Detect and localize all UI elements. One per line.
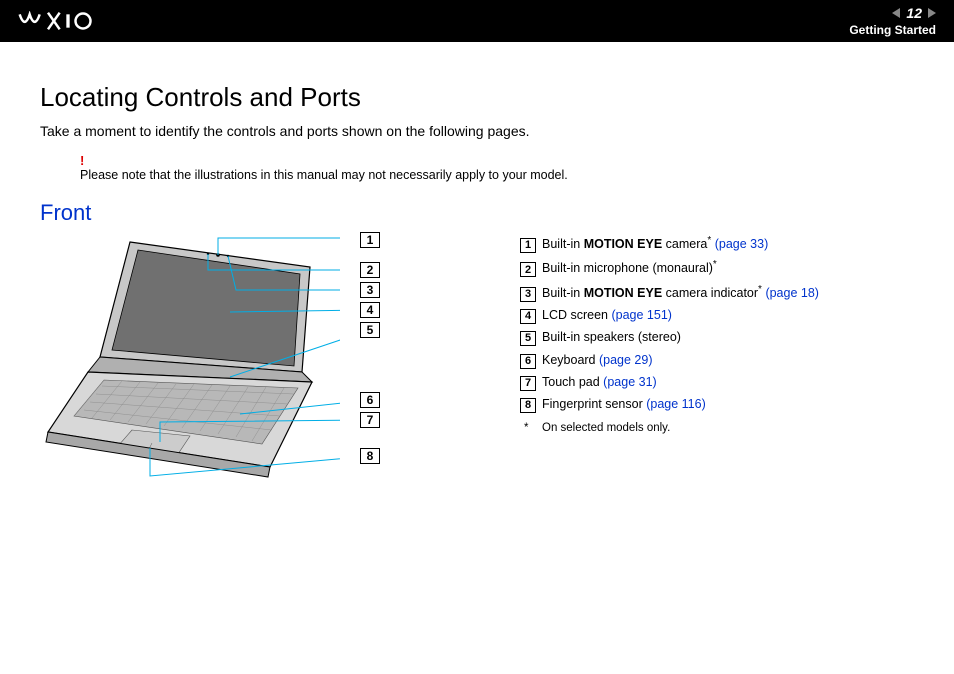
next-page-icon[interactable]: [928, 8, 936, 18]
legend-item: 1 Built-in MOTION EYE camera* (page 33): [520, 232, 914, 255]
callout-box-5: 5: [360, 322, 380, 338]
legend-num: 8: [520, 398, 536, 413]
page-link[interactable]: (page 33): [715, 237, 769, 251]
section-label: Getting Started: [849, 23, 936, 37]
page-link[interactable]: (page 29): [599, 353, 653, 367]
legend-num: 5: [520, 331, 536, 346]
callout-box-2: 2: [360, 262, 380, 278]
legend-num: 6: [520, 354, 536, 369]
page-link[interactable]: (page 116): [646, 397, 706, 411]
laptop-illustration: [40, 232, 340, 497]
subheading: Front: [40, 200, 914, 226]
legend-item: 7 Touch pad (page 31): [520, 372, 914, 393]
legend-num: 1: [520, 238, 536, 253]
page-link[interactable]: (page 18): [765, 286, 819, 300]
legend-item: 6 Keyboard (page 29): [520, 350, 914, 371]
legend-num: 3: [520, 287, 536, 302]
callout-box-8: 8: [360, 448, 380, 464]
legend-item: 4 LCD screen (page 151): [520, 305, 914, 326]
callout-box-7: 7: [360, 412, 380, 428]
warning-text: Please note that the illustrations in th…: [80, 168, 914, 182]
legend-num: 7: [520, 376, 536, 391]
callout-box-3: 3: [360, 282, 380, 298]
vaio-logo: [18, 11, 118, 31]
header-bar: 12 Getting Started: [0, 0, 954, 42]
legend-item: 2 Built-in microphone (monaural)*: [520, 256, 914, 279]
callout-box-4: 4: [360, 302, 380, 318]
page-number: 12: [906, 5, 922, 21]
legend-item: 3 Built-in MOTION EYE camera indicator* …: [520, 281, 914, 304]
legend-num: 2: [520, 262, 536, 277]
warning-icon: !: [80, 153, 914, 168]
header-right: 12 Getting Started: [849, 5, 936, 37]
laptop-diagram: 1 2 3 4 5 6 7 8: [40, 232, 460, 522]
callout-box-1: 1: [360, 232, 380, 248]
legend-item: 8 Fingerprint sensor (page 116): [520, 394, 914, 415]
legend-item: 5 Built-in speakers (stereo): [520, 327, 914, 348]
intro-text: Take a moment to identify the controls a…: [40, 123, 914, 139]
page-link[interactable]: (page 151): [611, 308, 671, 322]
content: Locating Controls and Ports Take a momen…: [0, 42, 954, 542]
callout-box-6: 6: [360, 392, 380, 408]
legend-num: 4: [520, 309, 536, 324]
page-link[interactable]: (page 31): [603, 375, 657, 389]
legend-list: 1 Built-in MOTION EYE camera* (page 33) …: [480, 232, 914, 522]
prev-page-icon[interactable]: [892, 8, 900, 18]
legend-footnote: On selected models only.: [520, 419, 914, 439]
page-title: Locating Controls and Ports: [40, 82, 914, 113]
